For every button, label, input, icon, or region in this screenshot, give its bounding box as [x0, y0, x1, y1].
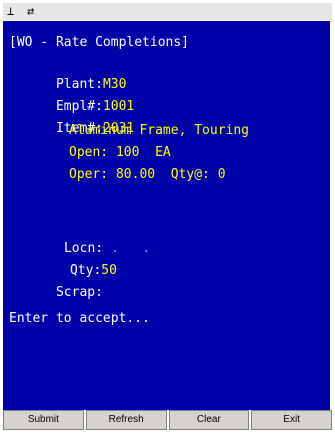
empl-row: Empl#:1001	[9, 77, 134, 114]
refresh-button[interactable]: Refresh	[85, 410, 167, 430]
plant-row: Plant:M30	[9, 55, 126, 92]
exit-button[interactable]: Exit	[251, 410, 332, 430]
screen-title: [WO - Rate Completions]	[9, 35, 190, 50]
signal-icon: ⊥	[7, 4, 15, 18]
accept-prompt: Enter to accept...	[9, 311, 150, 326]
item-row: Item#:2031	[9, 99, 134, 136]
open-quantity: Open: 100 EA	[69, 145, 171, 160]
scrap-label: Scrap:	[55, 285, 103, 300]
qty-row: Qty:50	[23, 241, 117, 278]
submit-button[interactable]: Submit	[3, 410, 84, 430]
locn-row: Locn:. .	[17, 219, 150, 256]
qty-field[interactable]: 50	[101, 263, 117, 278]
terminal-screen: [WO - Rate Completions] Plant:M30 Empl#:…	[3, 21, 332, 410]
clear-button[interactable]: Clear	[168, 410, 250, 430]
scrap-row: Scrap:	[9, 263, 103, 300]
button-bar: Submit Refresh Clear Exit	[3, 410, 332, 430]
operation-info: Oper: 80.00 Qty@: 0	[69, 167, 226, 182]
sync-arrows-icon: ⇄	[27, 4, 35, 18]
device-frame: ⊥ ⇄ [WO - Rate Completions] Plant:M30 Em…	[0, 0, 335, 433]
item-description: Aluminum Frame, Touring	[69, 123, 250, 138]
title-bar: ⊥ ⇄	[3, 3, 332, 20]
